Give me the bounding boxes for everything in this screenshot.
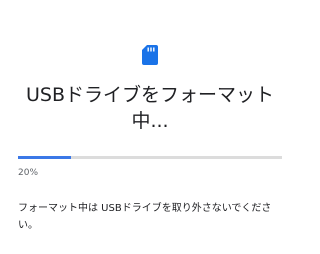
progress-bar-fill (18, 156, 71, 159)
progress-bar (18, 156, 282, 159)
progress-percent: 20% (18, 168, 39, 178)
format-progress-dialog: USBドライブをフォーマット中... 20% フォーマット中は USBドライブを… (0, 0, 300, 254)
format-warning-message: フォーマット中は USBドライブを取り外さないでください。 (18, 203, 272, 231)
sd-card-icon (142, 45, 158, 65)
dialog-title: USBドライブをフォーマット中... (25, 84, 274, 132)
